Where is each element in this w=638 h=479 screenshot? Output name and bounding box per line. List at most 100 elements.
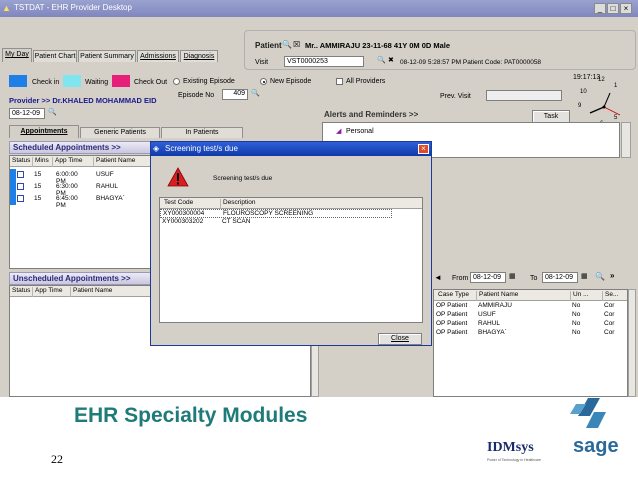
tab-label: My Day: [5, 51, 29, 58]
table-row[interactable]: 15 6:30:00 PM RAHUL: [10, 181, 118, 197]
provider-label: Provider >> Dr.KHALED MOHAMMAD EID: [9, 96, 157, 105]
clock-numeral: 5: [614, 115, 618, 121]
search-icon[interactable]: 🔍: [595, 272, 605, 281]
col-status[interactable]: Status: [10, 287, 30, 297]
row-mins: 15: [34, 183, 42, 190]
case-list-scrollbar[interactable]: [628, 289, 636, 397]
table-row[interactable]: OP Patient RAHUL No Cor: [434, 320, 627, 329]
col-patient-name[interactable]: Patient Name: [70, 287, 112, 297]
date-field[interactable]: 08-12-09: [9, 108, 45, 119]
refresh-icon[interactable]: ☒: [293, 40, 300, 49]
prev-visit-label: Prev. Visit: [440, 93, 471, 100]
checkin-label: Check in: [32, 79, 60, 86]
search-icon[interactable]: 🔍: [282, 40, 292, 49]
tab-my-day[interactable]: My Day: [2, 48, 32, 62]
col-status[interactable]: Status: [10, 157, 30, 167]
table-row[interactable]: XY000300004 FLOUROSCOPY SCREENING: [160, 209, 392, 218]
row-se: Cor: [604, 302, 615, 309]
col-test-code[interactable]: Test Code: [162, 199, 193, 209]
tab-appointments[interactable]: Appointments: [9, 125, 79, 138]
alerts-header: Alerts and Reminders >>: [324, 110, 419, 119]
to-label: To: [530, 275, 538, 282]
col-patient-name[interactable]: Patient Name: [476, 291, 518, 301]
episode-search-icon[interactable]: 🔍: [251, 89, 260, 97]
col-description[interactable]: Description: [220, 199, 256, 209]
date-value: 08-12-09: [12, 110, 41, 117]
all-providers-checkbox[interactable]: [336, 78, 343, 85]
tab-diagnosis[interactable]: Diagnosis: [180, 50, 218, 62]
window-title: TSTDAT - EHR Provider Desktop: [14, 3, 132, 12]
new-episode-radio[interactable]: [260, 78, 267, 85]
tab-generic-patients[interactable]: Generic Patients: [80, 127, 160, 138]
checkin-swatch: [9, 75, 27, 87]
test-columns: Test Code Description: [160, 198, 422, 209]
episode-no-field[interactable]: 409: [222, 89, 248, 100]
to-date-picker-icon[interactable]: ▦: [581, 272, 588, 280]
to-date-field[interactable]: 08-12-09: [542, 272, 578, 283]
maximize-button[interactable]: □: [607, 3, 619, 14]
case-list-table[interactable]: Case Type Patient Name Un ... Se... OP P…: [433, 289, 628, 397]
close-button[interactable]: Close: [378, 333, 422, 345]
alerts-personal: Personal: [346, 128, 374, 135]
table-row[interactable]: OP Patient BHAGYA` No Cor: [434, 329, 627, 338]
tab-admissions[interactable]: Admissions: [137, 50, 179, 62]
nav-left-icon[interactable]: ◄: [434, 273, 442, 282]
col-app-time[interactable]: App Time: [32, 287, 62, 297]
row-se: Cor: [604, 329, 615, 336]
idmsys-tagline: Power of Technology in Healthcare: [487, 458, 542, 462]
tab-patient-chart[interactable]: Patient Chart: [33, 50, 77, 62]
visit-field[interactable]: VST0000253: [284, 56, 364, 67]
close-button[interactable]: ×: [620, 3, 632, 14]
row-se: Cor: [604, 311, 615, 318]
table-row[interactable]: OP Patient USUF No Cor: [434, 311, 627, 320]
col-se[interactable]: Se...: [602, 291, 618, 301]
test-list-table[interactable]: Test Code Description XY000300004 FLOURO…: [159, 197, 423, 323]
row-name: USUF: [478, 311, 496, 318]
col-case-type[interactable]: Case Type: [436, 291, 469, 301]
table-row[interactable]: 15 6:45:00 PM BHAGYA`: [10, 193, 125, 209]
prev-visit-field[interactable]: [486, 90, 562, 101]
app-icon: ▲: [2, 3, 11, 13]
slide-title: EHR Specialty Modules: [74, 404, 308, 427]
visit-label: Visit: [255, 59, 269, 66]
visit-clear-icon[interactable]: ✖: [388, 56, 394, 64]
visit-search-icon[interactable]: 🔍: [377, 56, 386, 64]
col-patient-name[interactable]: Patient Name: [93, 157, 135, 167]
table-row[interactable]: 15 6:00:00 PM USUF: [10, 169, 114, 185]
tab-patient-summary[interactable]: Patient Summary: [78, 50, 136, 62]
alerts-scrollbar[interactable]: [621, 122, 631, 158]
window-titlebar: ▲ TSTDAT - EHR Provider Desktop _ □ ×: [0, 0, 638, 17]
tab-in-patients[interactable]: In Patients: [161, 127, 243, 138]
minimize-button[interactable]: _: [594, 3, 606, 14]
status-checkbox[interactable]: [17, 195, 24, 202]
table-row[interactable]: XY000303202 CT SCAN: [160, 218, 392, 227]
row-case-type: OP Patient: [436, 311, 468, 318]
patient-info: Mr.. AMMIRAJU 23-11-68 41Y 0M 0D Male: [305, 41, 451, 50]
task-button-label: Task: [543, 113, 559, 120]
date-search-icon[interactable]: 🔍: [48, 108, 57, 116]
col-app-time[interactable]: App Time: [52, 157, 82, 167]
existing-episode-radio[interactable]: [173, 78, 180, 85]
row-name: BHAGYA`: [96, 195, 125, 202]
from-date-picker-icon[interactable]: ▦: [509, 272, 516, 280]
checkout-label: Check Out: [134, 79, 168, 86]
col-un[interactable]: Un ...: [570, 291, 589, 301]
from-date-field[interactable]: 08-12-09: [470, 272, 506, 283]
dialog-app-icon: ◈: [153, 144, 160, 153]
row-un: No: [572, 302, 581, 309]
status-checkbox[interactable]: [17, 171, 24, 178]
waiting-swatch: [63, 75, 81, 87]
warning-icon: [167, 167, 189, 187]
visit-stamp: 08-12-09 5:28:57 PM Patient Code: PAT000…: [400, 59, 542, 66]
page-number: 22: [51, 452, 63, 466]
tab-label: Patient Chart: [34, 53, 76, 60]
tab-label: Patient Summary: [80, 53, 134, 60]
next-icon[interactable]: »: [610, 271, 614, 280]
col-mins[interactable]: Mins: [32, 157, 49, 167]
row-un: No: [572, 311, 581, 318]
status-checkbox[interactable]: [17, 183, 24, 190]
dialog-close-icon[interactable]: ×: [418, 144, 429, 154]
tab-label: Admissions: [140, 53, 176, 60]
dialog-titlebar: ◈ Screening test/s due ×: [151, 142, 431, 156]
table-row[interactable]: OP Patient AMMIRAJU No Cor: [434, 302, 627, 311]
